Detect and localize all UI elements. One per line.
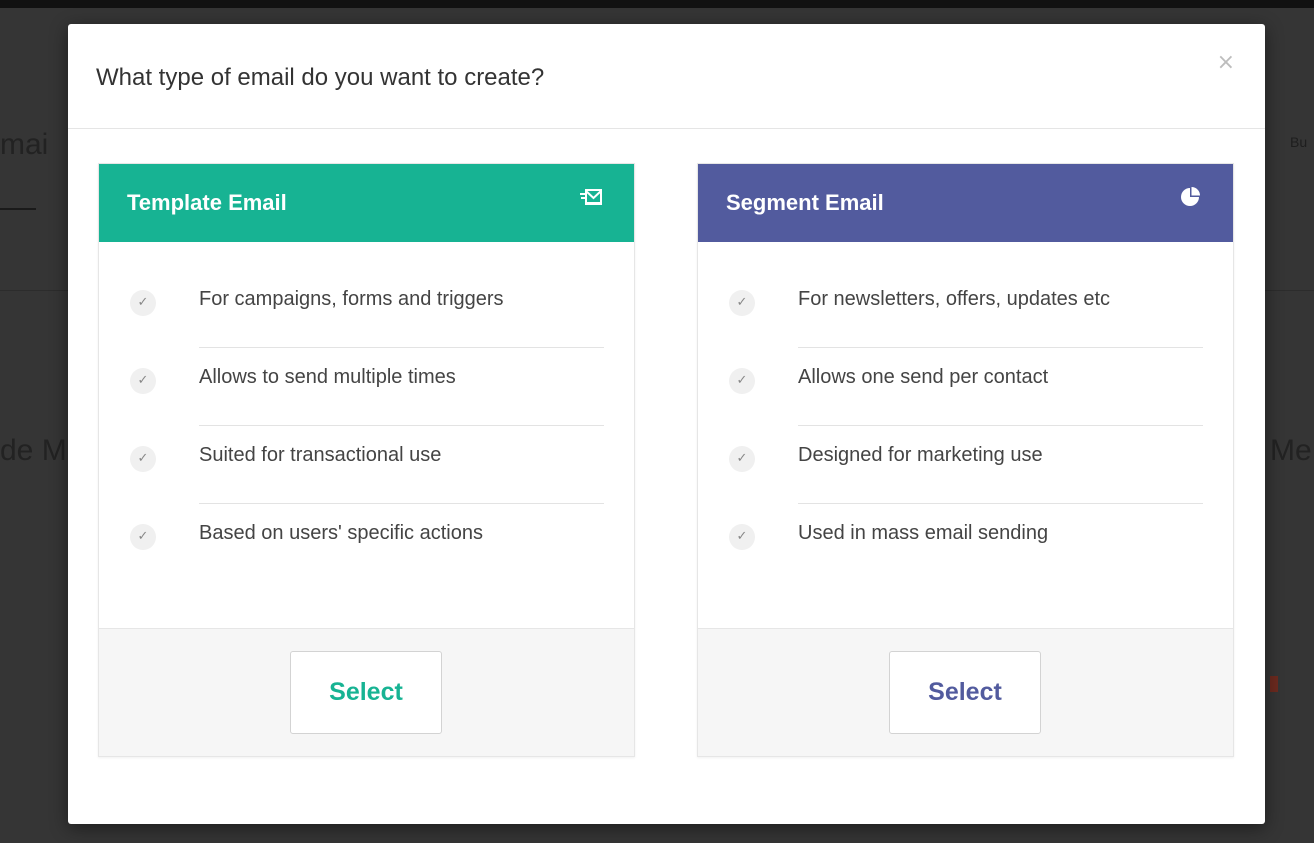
feature-text: Used in mass email sending xyxy=(798,522,1049,544)
background-topbar xyxy=(0,0,1314,8)
background-button-fragment: Bu xyxy=(1290,134,1308,150)
background-title-fragment: mai xyxy=(0,128,49,161)
list-item: ✓ For campaigns, forms and triggers xyxy=(99,270,634,348)
list-item: ✓ Allows to send multiple times xyxy=(99,348,634,426)
select-template-email-button[interactable]: Select xyxy=(290,651,442,734)
list-item: ✓ Suited for transactional use xyxy=(99,426,634,504)
check-icon: ✓ xyxy=(130,446,156,472)
select-segment-email-button[interactable]: Select xyxy=(889,651,1041,734)
feature-text: Allows to send multiple times xyxy=(199,366,456,388)
segment-email-card: Segment Email ✓ For newsletters, offers,… xyxy=(697,163,1234,757)
background-heading-fragment-left: de M xyxy=(0,434,67,467)
feature-list: ✓ For campaigns, forms and triggers ✓ Al… xyxy=(99,270,634,582)
feature-text: Allows one send per contact xyxy=(798,366,1049,388)
check-icon: ✓ xyxy=(130,368,156,394)
background-divider xyxy=(1265,290,1314,291)
feature-text: Based on users' specific actions xyxy=(199,522,483,544)
check-icon: ✓ xyxy=(729,524,755,550)
check-icon: ✓ xyxy=(130,290,156,316)
card-footer: Select xyxy=(698,628,1233,756)
check-icon: ✓ xyxy=(729,368,755,394)
feature-text: For campaigns, forms and triggers xyxy=(199,288,504,310)
list-item: ✓ Allows one send per contact xyxy=(698,348,1233,426)
list-item: ✓ Designed for marketing use xyxy=(698,426,1233,504)
feature-text: For newsletters, offers, updates etc xyxy=(798,288,1111,310)
create-email-modal: What type of email do you want to create… xyxy=(68,24,1265,824)
feature-text: Suited for transactional use xyxy=(199,444,442,466)
list-item: ✓ For newsletters, offers, updates etc xyxy=(698,270,1233,348)
feature-text: Designed for marketing use xyxy=(798,444,1043,466)
check-icon: ✓ xyxy=(729,446,755,472)
background-divider xyxy=(0,290,68,291)
background-badge xyxy=(1270,676,1278,692)
feature-list: ✓ For newsletters, offers, updates etc ✓… xyxy=(698,270,1233,582)
close-button[interactable]: × xyxy=(1217,52,1235,74)
card-header: Template Email xyxy=(99,164,634,242)
send-email-icon xyxy=(580,186,602,208)
modal-title: What type of email do you want to create… xyxy=(96,64,545,91)
card-footer: Select xyxy=(99,628,634,756)
background-heading-fragment-right: Me xyxy=(1270,434,1312,467)
background-tab-underline xyxy=(0,208,36,210)
modal-header: What type of email do you want to create… xyxy=(68,24,1265,129)
check-icon: ✓ xyxy=(130,524,156,550)
card-title: Template Email xyxy=(127,190,287,215)
card-title: Segment Email xyxy=(726,190,884,215)
list-item: ✓ Based on users' specific actions xyxy=(99,504,634,582)
template-email-card: Template Email ✓ For campaigns, forms an… xyxy=(98,163,635,757)
card-header: Segment Email xyxy=(698,164,1233,242)
check-icon: ✓ xyxy=(729,290,755,316)
pie-chart-icon xyxy=(1179,186,1201,208)
list-item: ✓ Used in mass email sending xyxy=(698,504,1233,582)
